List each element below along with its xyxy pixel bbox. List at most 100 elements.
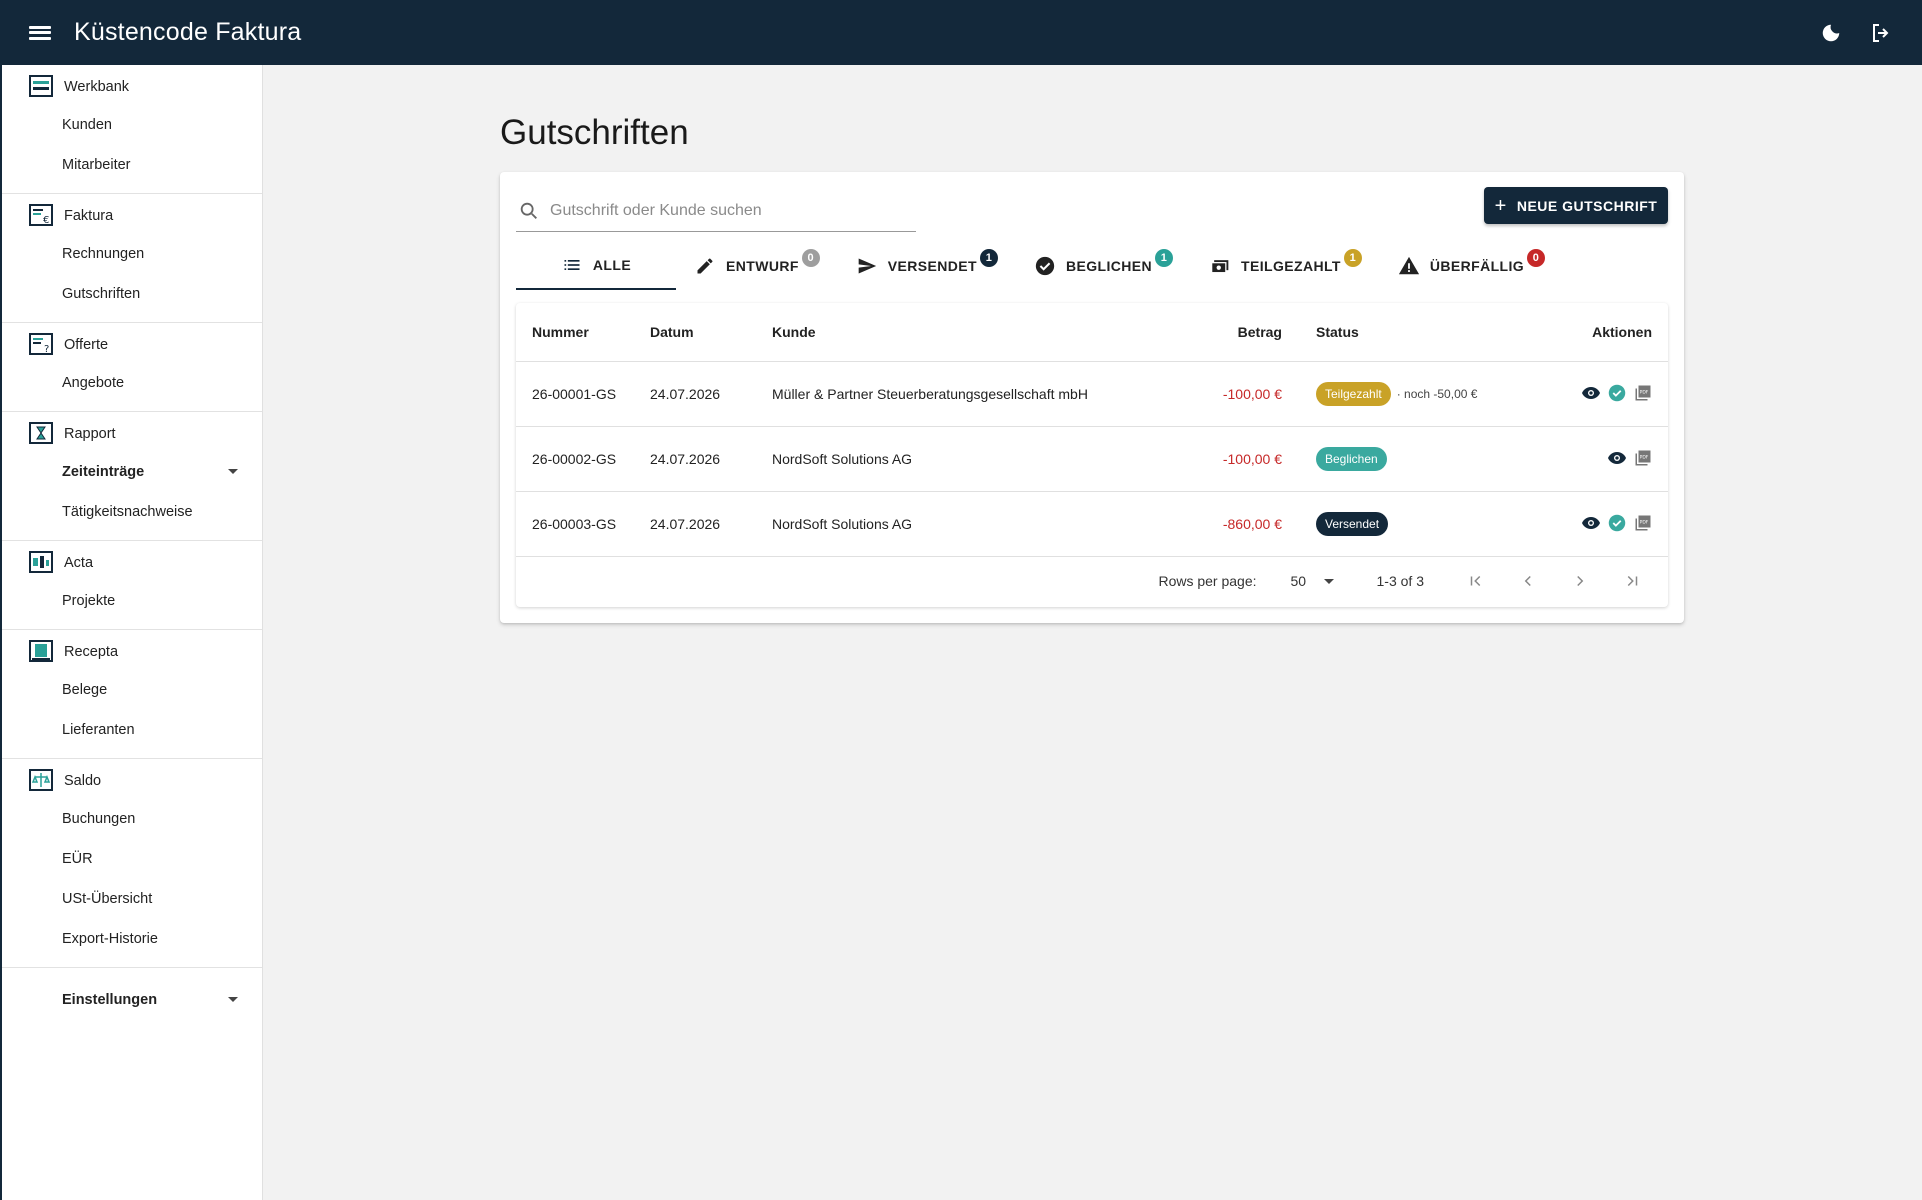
first-page-icon[interactable] [1450, 563, 1502, 599]
cell-status: Versendet [1282, 491, 1532, 557]
sidebar-item-mitarbeiter[interactable]: Mitarbeiter [2, 145, 262, 185]
sidebar-group-werkbank: Werkbank Kunden Mitarbeiter [2, 65, 262, 194]
dark-mode-icon[interactable] [1818, 20, 1844, 46]
mark-paid-icon[interactable] [1608, 514, 1626, 532]
rows-per-page-select[interactable]: 50 [1291, 573, 1343, 589]
sidebar-item-label: EÜR [62, 851, 93, 867]
mark-paid-icon[interactable] [1608, 384, 1626, 402]
sidebar-item-label: Rechnungen [62, 246, 145, 262]
svg-text:PDF: PDF [1640, 519, 1649, 525]
sidebar-item-export-historie[interactable]: Export-Historie [2, 919, 262, 959]
tab-count-badge: 1 [1343, 249, 1362, 267]
table-row[interactable]: 26-00003-GS 24.07.2026 NordSoft Solution… [516, 491, 1668, 557]
sidebar-head-faktura[interactable]: € Faktura [2, 198, 262, 234]
list-icon [561, 254, 583, 276]
offerte-icon: ? [29, 333, 53, 355]
sidebar-item-zeiteintraege[interactable]: Zeiteinträge [2, 452, 262, 492]
chevron-down-icon[interactable] [228, 997, 238, 1002]
cell-datum: 24.07.2026 [650, 491, 772, 557]
tab-count-badge: 0 [801, 249, 820, 267]
tab-versendet[interactable]: VERSENDET 1 [838, 242, 1016, 290]
tab-label: ENTWURF [726, 258, 799, 274]
sidebar-item-ust-uebersicht[interactable]: USt-Übersicht [2, 879, 262, 919]
sidebar-item-label: Mitarbeiter [62, 157, 131, 173]
cell-kunde: NordSoft Solutions AG [772, 426, 1192, 492]
pencil-icon [694, 255, 716, 277]
column-header-betrag[interactable]: Betrag [1192, 303, 1282, 362]
sidebar-item-lieferanten[interactable]: Lieferanten [2, 710, 262, 750]
menu-icon[interactable] [26, 22, 54, 44]
sidebar-head-saldo[interactable]: Saldo [2, 763, 262, 799]
sidebar-item-label: Zeiteinträge [62, 464, 145, 480]
gutschriften-table: Nummer Datum Kunde Betrag Status Aktione… [516, 303, 1668, 607]
column-header-datum[interactable]: Datum [650, 303, 772, 362]
tab-ueberfaellig[interactable]: ÜBERFÄLLIG 0 [1380, 242, 1563, 290]
sidebar-head-offerte[interactable]: ? Offerte [2, 327, 262, 363]
sidebar-item-belege[interactable]: Belege [2, 670, 262, 710]
sidebar-item-einstellungen[interactable]: Einstellungen [2, 980, 262, 1020]
view-icon[interactable] [1608, 449, 1626, 467]
sidebar-group-label: Werkbank [64, 79, 130, 95]
logout-icon[interactable] [1868, 20, 1894, 46]
sidebar-item-label: Gutschriften [62, 286, 141, 302]
new-gutschrift-button[interactable]: + NEUE GUTSCHRIFT [1484, 187, 1668, 224]
sidebar-item-label: Buchungen [62, 811, 136, 827]
cell-aktionen: PDF [1532, 491, 1668, 557]
cell-nummer: 26-00003-GS [516, 491, 650, 557]
sidebar-item-buchungen[interactable]: Buchungen [2, 799, 262, 839]
column-header-nummer[interactable]: Nummer [516, 303, 650, 362]
sidebar-head-rapport[interactable]: Rapport [2, 416, 262, 452]
sidebar-item-euer[interactable]: EÜR [2, 839, 262, 879]
sidebar-item-label: Tätigkeitsnachweise [62, 504, 193, 520]
sidebar-group-label: Acta [64, 555, 94, 571]
search-field[interactable] [516, 190, 916, 232]
table-row[interactable]: 26-00002-GS 24.07.2026 NordSoft Solution… [516, 426, 1668, 492]
pdf-icon[interactable]: PDF [1634, 514, 1652, 532]
last-page-icon[interactable] [1606, 563, 1658, 599]
send-icon [856, 255, 878, 277]
check-circle-icon [1034, 255, 1056, 277]
sidebar-group-saldo: Saldo Buchungen EÜR USt-Übersicht Export… [2, 759, 262, 968]
chevron-down-icon[interactable] [228, 469, 238, 474]
svg-text:PDF: PDF [1640, 454, 1649, 460]
svg-text:€: € [43, 215, 49, 226]
cell-betrag: -100,00 € [1192, 426, 1282, 492]
table-row[interactable]: 26-00001-GS 24.07.2026 Müller & Partner … [516, 361, 1668, 427]
sidebar-item-label: Kunden [62, 117, 112, 133]
svg-text:?: ? [44, 344, 49, 355]
tab-alle[interactable]: ALLE [516, 242, 676, 290]
tab-count-badge: 1 [979, 249, 998, 267]
search-input[interactable] [550, 201, 890, 220]
sidebar-item-angebote[interactable]: Angebote [2, 363, 262, 403]
sidebar-item-rechnungen[interactable]: Rechnungen [2, 234, 262, 274]
sidebar-item-label: Projekte [62, 593, 116, 609]
rapport-icon [29, 422, 53, 444]
tab-teilgezahlt[interactable]: TEILGEZAHLT 1 [1191, 242, 1380, 290]
sidebar-item-taetigkeitsnachweise[interactable]: Tätigkeitsnachweise [2, 492, 262, 532]
previous-page-icon[interactable] [1502, 563, 1554, 599]
recepta-icon [29, 640, 53, 662]
plus-icon: + [1494, 194, 1507, 217]
cell-nummer: 26-00002-GS [516, 426, 650, 492]
faktura-icon: € [29, 204, 53, 226]
gutschriften-card: + NEUE GUTSCHRIFT ALLE ENTWURF 0 VERSEND… [500, 172, 1684, 623]
sidebar-head-acta[interactable]: Acta [2, 545, 262, 581]
sidebar-head-recepta[interactable]: Recepta [2, 634, 262, 670]
view-icon[interactable] [1582, 514, 1600, 532]
sidebar-item-projekte[interactable]: Projekte [2, 581, 262, 621]
sidebar-item-gutschriften[interactable]: Gutschriften [2, 274, 262, 314]
pdf-icon[interactable]: PDF [1634, 449, 1652, 467]
tab-label: VERSENDET [887, 258, 977, 274]
werkbank-icon [29, 75, 53, 97]
tab-entwurf[interactable]: ENTWURF 0 [676, 242, 838, 290]
sidebar-item-kunden[interactable]: Kunden [2, 105, 262, 145]
pdf-icon[interactable]: PDF [1634, 384, 1652, 402]
sidebar-head-werkbank[interactable]: Werkbank [2, 69, 262, 105]
column-header-status[interactable]: Status [1282, 303, 1532, 362]
sidebar-group-faktura: € Faktura Rechnungen Gutschriften [2, 194, 262, 323]
column-header-kunde[interactable]: Kunde [772, 303, 1192, 362]
tab-beglichen[interactable]: BEGLICHEN 1 [1016, 242, 1191, 290]
next-page-icon[interactable] [1554, 563, 1606, 599]
cell-status: Beglichen [1282, 426, 1532, 492]
view-icon[interactable] [1582, 384, 1600, 402]
